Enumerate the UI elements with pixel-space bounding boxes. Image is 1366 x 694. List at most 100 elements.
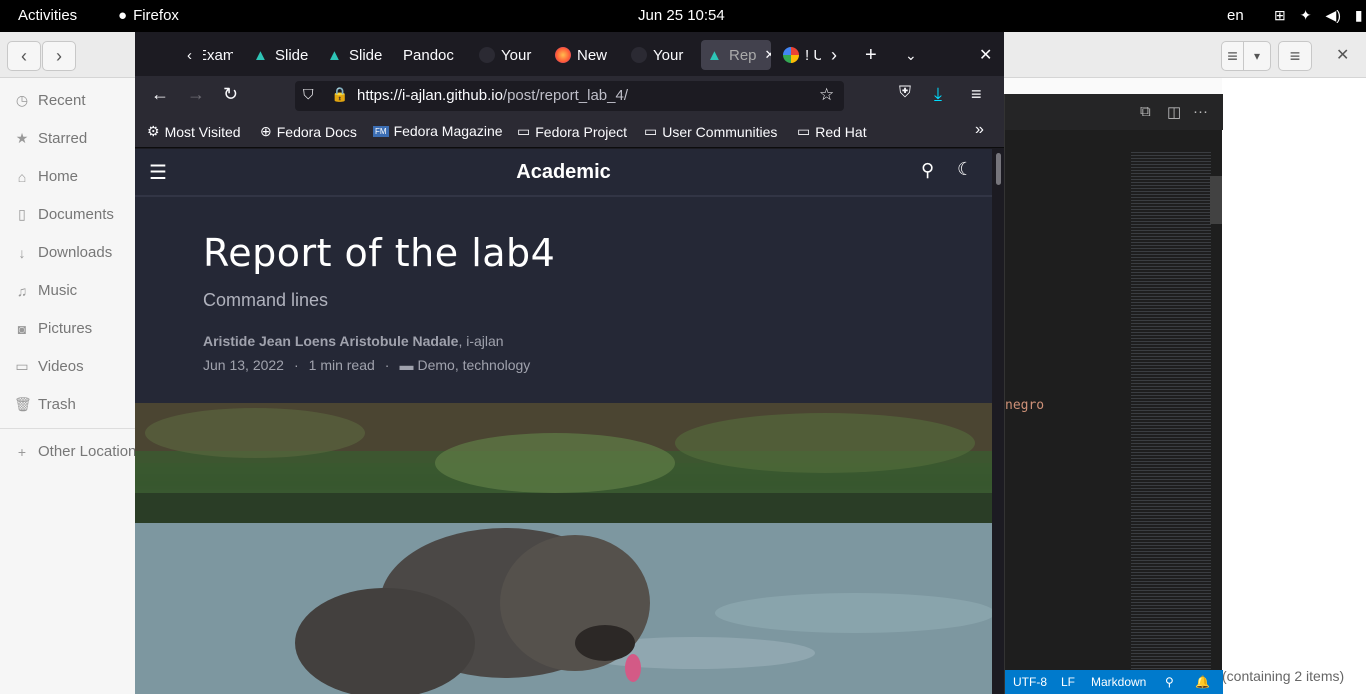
bookmark-fedora-project[interactable]: ▭ Fedora Project: [517, 123, 627, 140]
close-tab-icon[interactable]: ✕: [765, 47, 771, 63]
tab-2[interactable]: ▲ Slide: [253, 40, 309, 70]
language-status[interactable]: Markdown: [1091, 675, 1146, 689]
tab-7[interactable]: Your: [631, 40, 687, 70]
list-view-icon[interactable]: ≡: [1221, 41, 1243, 71]
home-icon: ⌂: [17, 168, 27, 185]
eol-status[interactable]: LF: [1061, 675, 1075, 689]
globe-icon: ⊕: [260, 123, 272, 139]
scrollbar[interactable]: [1210, 176, 1222, 224]
clock[interactable]: Jun 25 10:54: [638, 7, 725, 24]
close-icon[interactable]: ✕: [1336, 45, 1349, 65]
sidebar-item-recent[interactable]: ◷ Recent: [14, 92, 86, 109]
firefox-icon: ●: [118, 7, 128, 24]
dark-mode-moon-icon[interactable]: ☾: [957, 159, 973, 180]
app-menu[interactable]: ● Firefox: [118, 7, 179, 24]
google-icon: [783, 47, 799, 63]
sidebar-item-documents[interactable]: ▯ Documents: [14, 206, 114, 223]
files-content[interactable]: [1222, 78, 1366, 694]
tab-9[interactable]: ! U: [783, 40, 821, 70]
lock-icon[interactable]: 🔒: [331, 86, 348, 103]
reload-icon[interactable]: ↻: [223, 84, 238, 105]
sidebar-item-other-locations[interactable]: + Other Locations: [14, 443, 144, 460]
search-icon[interactable]: ⚲: [921, 160, 934, 181]
files-status: (containing 2 items): [1222, 668, 1345, 684]
forward-button[interactable]: ›: [42, 41, 76, 71]
close-window-icon[interactable]: ✕: [979, 40, 993, 70]
vscode-window: ⧉ ◫ ··· negro UTF-8 LF Markdown ⚲ 🔔: [1004, 94, 1223, 694]
bookmark-fedora-magazine[interactable]: FM Fedora Magazine: [373, 123, 503, 139]
academic-icon: ▲: [707, 47, 722, 64]
accessibility-icon: ✦: [1299, 7, 1312, 23]
scrollbar-thumb[interactable]: [996, 153, 1001, 185]
sidebar-item-pictures[interactable]: ◙ Pictures: [14, 320, 92, 337]
code-line: negro: [1005, 398, 1045, 413]
system-tray[interactable]: ⊞ ✦ ◀) ▮: [1274, 7, 1363, 24]
site-brand[interactable]: Academic: [135, 161, 992, 184]
tab-3[interactable]: ▲ Slide: [327, 40, 383, 70]
tab-active[interactable]: ▲ Rep ✕: [701, 40, 771, 70]
sidebar-item-trash[interactable]: 🗑 Trash: [14, 396, 76, 413]
tab-bar: ‹ Exam ▲Slide ▲Slide Pandoc Your New You…: [135, 32, 1004, 76]
gear-icon: ⚙: [147, 123, 160, 139]
article-categories[interactable]: Demo, technology: [417, 357, 530, 373]
firefox-icon: [555, 47, 571, 63]
sidebar-item-music[interactable]: ♫ Music: [14, 282, 77, 299]
separator-dot: ·: [293, 357, 299, 373]
activities-button[interactable]: Activities: [18, 7, 77, 24]
menu-icon[interactable]: ≡: [1278, 41, 1312, 71]
pocket-icon[interactable]: ⛨: [899, 84, 911, 102]
new-tab-button[interactable]: +: [865, 40, 879, 70]
more-actions-icon[interactable]: ···: [1193, 103, 1208, 120]
bracket-icon[interactable]: ⚲: [1165, 675, 1174, 689]
page-subtitle: Command lines: [203, 290, 329, 310]
bookmark-user-communities[interactable]: ▭ User Communities: [644, 123, 777, 140]
code-area[interactable]: negro: [1005, 150, 1130, 660]
hamburger-menu-icon[interactable]: ≡: [971, 84, 982, 105]
tab-5[interactable]: Your: [479, 40, 535, 70]
back-arrow-icon[interactable]: ←: [151, 84, 169, 105]
more-bookmarks-chevron-icon[interactable]: »: [975, 121, 984, 139]
view-options-chevron-icon[interactable]: ▾: [1243, 41, 1271, 71]
bookmark-star-icon[interactable]: ☆: [819, 85, 834, 105]
list-all-tabs-chevron-icon[interactable]: ⌄: [905, 40, 919, 70]
sidebar-item-videos[interactable]: ▭ Videos: [14, 358, 83, 375]
bookmark-fedora-docs[interactable]: ⊕ Fedora Docs: [260, 123, 357, 140]
reading-time: 1 min read: [308, 357, 375, 373]
page-scrollbar[interactable]: [994, 149, 1004, 694]
bookmark-red-hat[interactable]: ▭ Red Hat: [797, 123, 867, 140]
site-navbar: ☰ Academic ⚲ ☾: [135, 149, 992, 197]
folder-icon: ▬: [399, 357, 414, 373]
forward-arrow-icon[interactable]: →: [187, 84, 205, 105]
article-authors: Aristide Jean Loens Aristobule Nadale, i…: [203, 333, 504, 349]
tab-6[interactable]: New: [555, 40, 611, 70]
open-preview-icon[interactable]: ⧉: [1140, 103, 1151, 120]
tabs-scroll-left[interactable]: ‹: [187, 40, 197, 70]
volume-icon: ◀): [1325, 7, 1341, 23]
gnome-top-bar: Activities ● Firefox Jun 25 10:54 en ⊞ ✦ …: [0, 0, 1366, 32]
battery-icon: ▮: [1354, 7, 1363, 23]
minimap[interactable]: [1131, 150, 1211, 670]
back-button[interactable]: ‹: [7, 41, 41, 71]
folder-icon: ▭: [644, 123, 658, 139]
bookmark-most-visited[interactable]: ⚙ Most Visited: [147, 123, 241, 140]
tabs-scroll-right[interactable]: ›: [831, 40, 843, 70]
split-editor-icon[interactable]: ◫: [1167, 103, 1181, 121]
bookmarks-toolbar: ⚙ Most Visited ⊕ Fedora Docs FM Fedora Maga…: [135, 116, 1004, 148]
sidebar-item-downloads[interactable]: ↓ Downloads: [14, 244, 113, 261]
plus-icon: +: [17, 443, 27, 460]
download-icon: ↓: [18, 244, 26, 261]
url-bar[interactable]: ⛉ 🔒 https://i-ajlan.github.io/post/repor…: [295, 81, 844, 111]
video-icon: ▭: [15, 358, 29, 374]
music-icon: ♫: [16, 282, 28, 299]
tab-4[interactable]: Pandoc: [403, 40, 461, 70]
tab-1[interactable]: Exam: [203, 40, 233, 70]
shield-icon[interactable]: ⛉: [303, 86, 314, 103]
downloads-icon[interactable]: ⤓: [934, 84, 942, 105]
sidebar-item-starred[interactable]: ★ Starred: [14, 130, 87, 147]
input-language[interactable]: en: [1227, 7, 1244, 24]
academic-icon: ▲: [253, 47, 268, 64]
firefox-window: ‹ Exam ▲Slide ▲Slide Pandoc Your New You…: [135, 32, 1004, 694]
sidebar-item-home[interactable]: ⌂ Home: [14, 168, 78, 185]
encoding-status[interactable]: UTF-8: [1013, 675, 1047, 689]
notifications-icon[interactable]: 🔔: [1195, 675, 1210, 689]
